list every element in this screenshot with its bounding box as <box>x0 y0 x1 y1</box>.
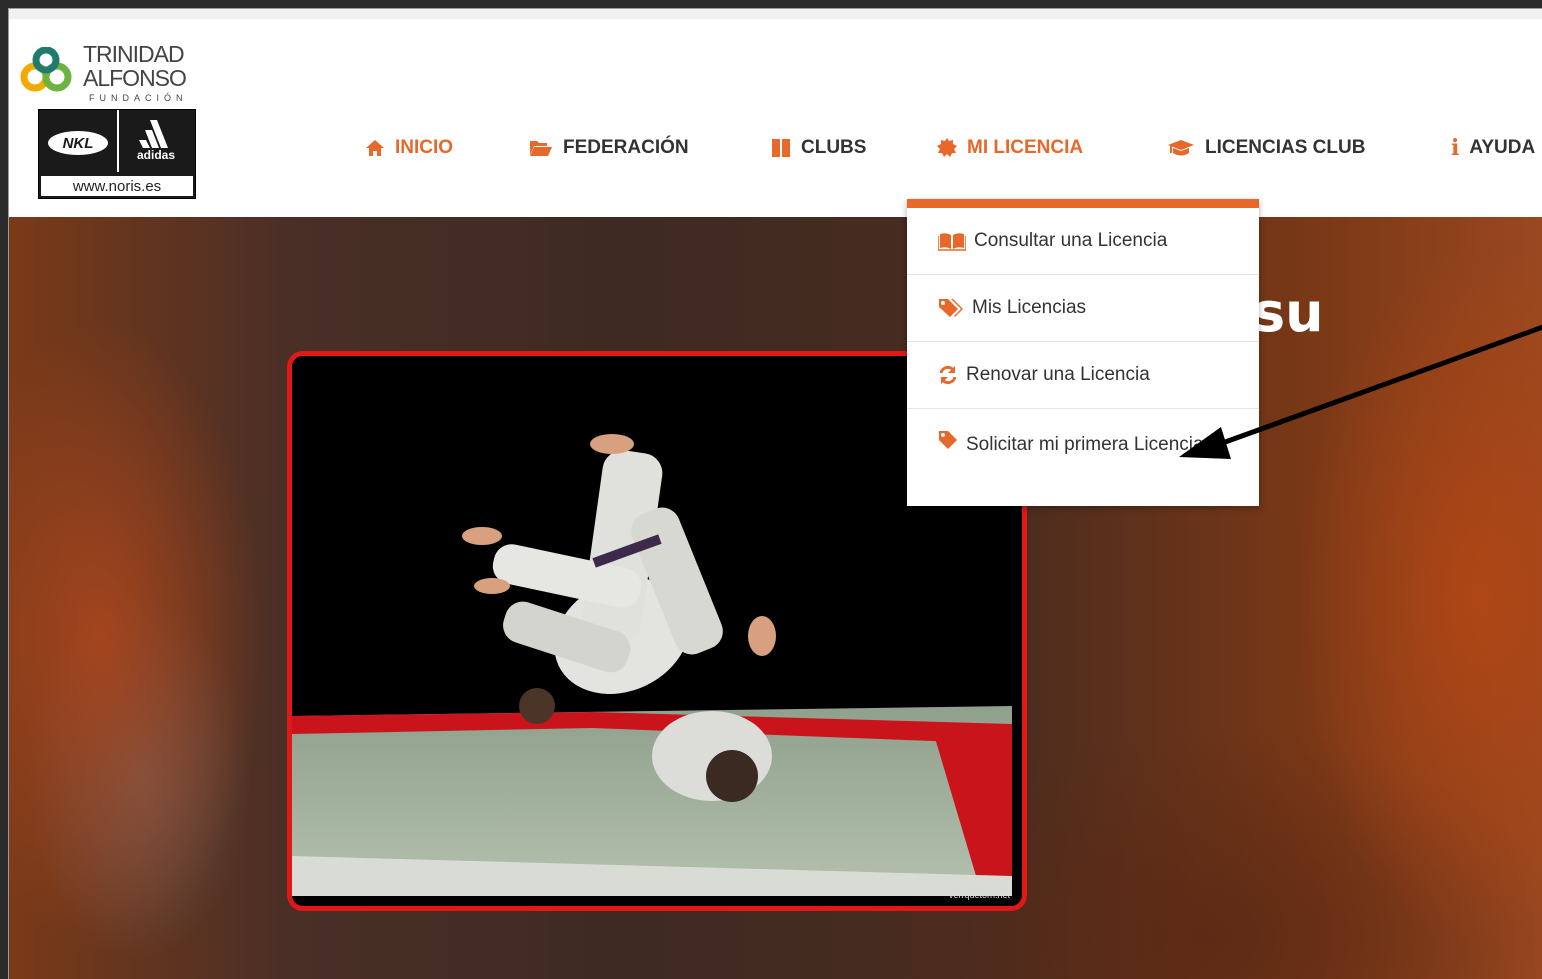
fundacion-name-line1: TRINIDAD <box>83 41 185 67</box>
tag-icon <box>938 429 958 460</box>
fundacion-trinidad-alfonso-logo[interactable]: TRINIDAD ALFONSO FUNDACIÓN <box>17 41 207 111</box>
judo-photo-image <box>292 356 1012 896</box>
nav-label: CLUBS <box>801 137 867 158</box>
hero-section: su verrquetorn.net <box>9 217 1542 979</box>
dropdown-item-solicitar[interactable]: Solicitar mi primera Licencia <box>907 409 1259 506</box>
tags-icon <box>938 298 964 318</box>
graduation-cap-icon <box>1167 139 1195 157</box>
nav-inicio[interactable]: INICIO <box>365 135 453 161</box>
sponsor-divider <box>117 110 119 172</box>
adidas-logo-icon: adidas <box>123 116 189 168</box>
nav-ayuda[interactable]: i AYUDA <box>1451 135 1535 161</box>
fundacion-name-line2: ALFONSO <box>83 65 187 91</box>
info-icon: i <box>1451 135 1460 161</box>
browser-viewport: TRINIDAD ALFONSO FUNDACIÓN NKL adidas ww… <box>8 8 1542 979</box>
dropdown-item-label: Mis Licencias <box>972 297 1087 318</box>
certificate-icon <box>937 138 957 158</box>
dropdown-item-label: Solicitar mi primera Licencia <box>966 434 1204 455</box>
dropdown-item-label: Renovar una Licencia <box>966 364 1150 385</box>
columns-icon <box>771 138 791 158</box>
nav-mi-licencia[interactable]: MI LICENCIA <box>937 135 1083 161</box>
sponsor-logo[interactable]: NKL adidas www.noris.es <box>38 109 196 199</box>
nav-label: AYUDA <box>1469 137 1536 158</box>
dropdown-item-consultar[interactable]: Consultar una Licencia <box>907 208 1259 275</box>
rings-logo-icon <box>20 47 72 92</box>
nav-label: MI LICENCIA <box>967 137 1084 158</box>
nav-label: FEDERACIÓN <box>563 137 689 158</box>
nav-label: LICENCIAS CLUB <box>1205 137 1366 158</box>
folder-open-icon <box>529 139 553 157</box>
dropdown-item-mis-licencias[interactable]: Mis Licencias <box>907 275 1259 342</box>
home-icon <box>365 139 385 157</box>
refresh-icon <box>938 365 958 385</box>
book-open-icon <box>938 231 966 251</box>
dropdown-item-renovar[interactable]: Renovar una Licencia <box>907 342 1259 409</box>
nav-label: INICIO <box>395 137 454 158</box>
sponsor-url: www.noris.es <box>39 174 195 198</box>
hero-heading: su <box>1253 281 1324 344</box>
nkl-logo-icon: NKL <box>45 120 111 166</box>
nav-clubs[interactable]: CLUBS <box>771 135 866 161</box>
nav-federacion[interactable]: FEDERACIÓN <box>529 135 689 161</box>
dropdown-item-label: Consultar una Licencia <box>974 230 1168 251</box>
site-header: TRINIDAD ALFONSO FUNDACIÓN NKL adidas ww… <box>9 9 1542 217</box>
nav-licencias-club[interactable]: LICENCIAS CLUB <box>1167 135 1365 161</box>
photo-credit: verrquetorn.net <box>948 890 1010 900</box>
mi-licencia-dropdown: Consultar una Licencia Mis Licencias Ren… <box>907 199 1259 506</box>
fundacion-subtitle: FUNDACIÓN <box>89 93 188 103</box>
adidas-wordmark: adidas <box>136 148 175 162</box>
nkl-logo-text: NKL <box>63 135 94 152</box>
